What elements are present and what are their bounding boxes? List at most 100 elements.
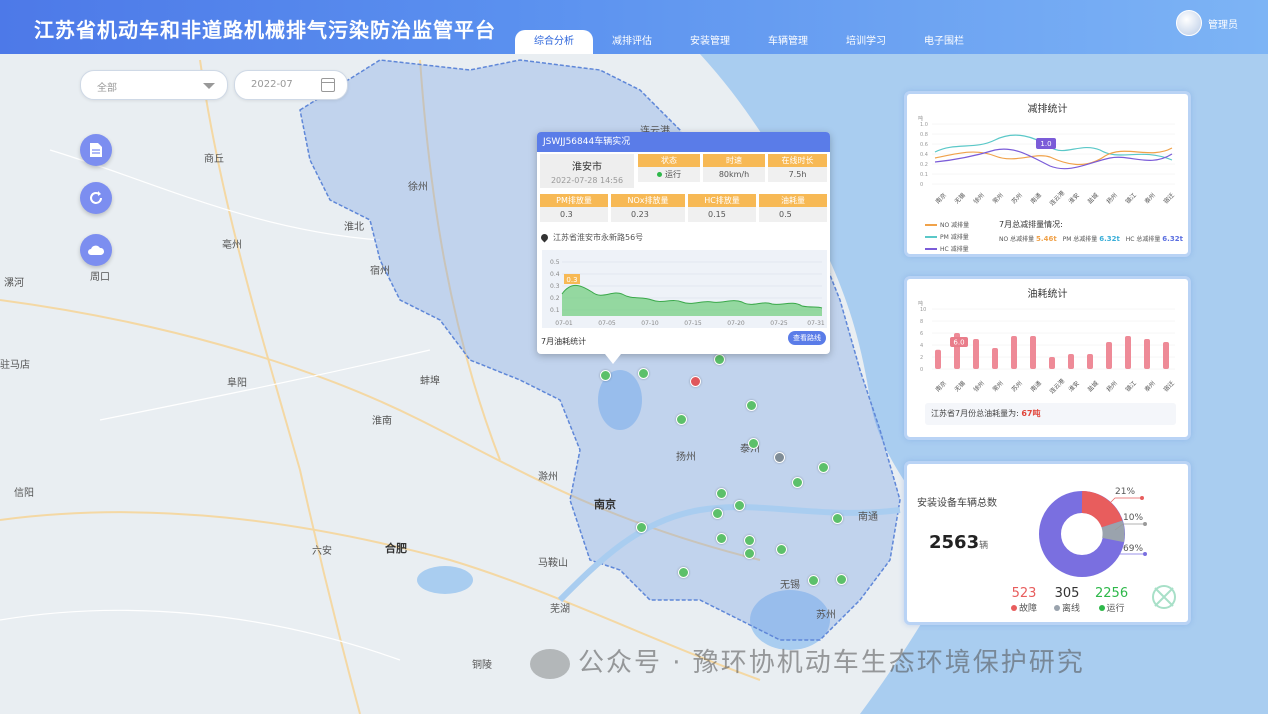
vehicle-marker[interactable]: [744, 548, 755, 559]
avatar[interactable]: [1176, 10, 1202, 36]
legend-item: NO 减排量: [940, 222, 970, 229]
svg-text:0.3: 0.3: [550, 283, 560, 290]
tab-emission-eval[interactable]: 减排评估: [593, 30, 671, 54]
city-label: 苏州: [816, 610, 836, 621]
fuel-x-tick: 连云港: [1048, 377, 1066, 395]
vehicle-marker[interactable]: [636, 522, 647, 533]
summary-value: 6.32t: [1162, 235, 1183, 243]
fuel-cell: 油耗量 0.5: [759, 194, 827, 222]
nav-tabs: 综合分析 减排评估 安装管理 车辆管理 培训学习 电子围栏: [515, 30, 983, 54]
hc-value: 0.15: [688, 207, 756, 222]
emission-x-tick: 镇江: [1124, 191, 1138, 205]
cloud-button[interactable]: [80, 234, 112, 266]
emission-summary-title: 7月总减排量情况:: [999, 220, 1063, 229]
hc-cell: HC排放量 0.15: [688, 194, 756, 222]
svg-text:0: 0: [920, 182, 923, 188]
svg-text:0.4: 0.4: [920, 152, 928, 158]
top-header: 江苏省机动车和非道路机械排气污染防治监管平台 综合分析 减排评估 安装管理 车辆…: [0, 0, 1268, 54]
view-route-button[interactable]: 查看路线: [788, 331, 826, 345]
tab-overview[interactable]: 综合分析: [515, 30, 593, 54]
vehicle-marker[interactable]: [748, 438, 759, 449]
emission-summary: 7月总减排量情况: NO 总减排量 5.46t PM 总减排量 6.32t HC…: [999, 219, 1183, 243]
city-label: 扬州: [676, 452, 696, 463]
refresh-button[interactable]: [80, 182, 112, 214]
speed-value: 80km/h: [703, 167, 765, 182]
fuel-total-label: 江苏省7月份总油耗量为:: [931, 409, 1019, 418]
vehicle-marker[interactable]: [792, 477, 803, 488]
date-picker[interactable]: 2022-07: [234, 70, 348, 100]
vehicle-marker[interactable]: [690, 376, 701, 387]
donut-offline: [1101, 520, 1125, 543]
vehicle-marker[interactable]: [678, 567, 689, 578]
city-label: 徐州: [408, 182, 428, 193]
offline-label: 离线: [1062, 604, 1081, 614]
fuel-total-value: 67吨: [1021, 409, 1041, 418]
vehicle-marker[interactable]: [776, 544, 787, 555]
document-button[interactable]: [80, 134, 112, 166]
document-icon: [90, 143, 102, 157]
popup-chart-highlight: 0.3: [566, 276, 577, 284]
fuel-x-tick: 常州: [991, 379, 1005, 393]
vehicle-marker[interactable]: [832, 513, 843, 524]
user-menu[interactable]: 管理员: [1176, 10, 1238, 36]
vehicle-marker[interactable]: [716, 533, 727, 544]
region-select[interactable]: 全部: [80, 70, 228, 100]
emission-x-tick: 南通: [1029, 191, 1043, 205]
svg-text:6: 6: [920, 331, 923, 337]
chevron-down-icon: [203, 83, 215, 89]
emission-legend: NO 减排量 PM 减排量 HC 减排量: [925, 217, 969, 256]
vehicle-marker[interactable]: [714, 354, 725, 365]
online-label: 在线时长: [768, 154, 827, 167]
decor-logo-icon: [1152, 585, 1176, 609]
fuel-bar: [1011, 336, 1017, 369]
tab-install[interactable]: 安装管理: [671, 30, 749, 54]
city-label: 芜湖: [550, 604, 570, 615]
emission-x-tick: 盐城: [1086, 191, 1100, 205]
vehicle-marker[interactable]: [734, 500, 745, 511]
fuel-x-tick: 苏州: [1010, 379, 1024, 393]
pm-cell: PM排放量 0.3: [540, 194, 608, 222]
pm-label: PM排放量: [540, 194, 608, 207]
vehicle-marker[interactable]: [600, 370, 611, 381]
popup-x-tick: 07-31: [807, 320, 825, 327]
city-label: 漯河: [4, 278, 24, 289]
svg-text:0.6: 0.6: [920, 142, 928, 148]
fuel-value: 0.5: [759, 207, 827, 222]
svg-text:10: 10: [920, 307, 926, 313]
running-value: 2256: [1095, 586, 1129, 601]
fuel-x-tick: 泰州: [1143, 379, 1157, 393]
calendar-icon: [321, 78, 335, 92]
svg-text:吨: 吨: [918, 300, 923, 307]
popup-time: 2022-07-28 14:56: [550, 176, 624, 185]
tab-training[interactable]: 培训学习: [827, 30, 905, 54]
svg-text:1.0: 1.0: [920, 122, 928, 128]
vehicle-marker[interactable]: [774, 452, 785, 463]
tab-vehicles[interactable]: 车辆管理: [749, 30, 827, 54]
vehicle-marker[interactable]: [836, 574, 847, 585]
city-label: 商丘: [204, 154, 224, 165]
svg-text:0.2: 0.2: [550, 295, 560, 302]
emission-chart: 吨1.00.80.60.40.20.10 1.0 南京 无锡 徐州 常州 苏州 …: [918, 115, 1176, 207]
vehicle-marker[interactable]: [676, 414, 687, 425]
status-dot-icon: [657, 172, 662, 177]
vehicle-marker[interactable]: [746, 400, 757, 411]
tab-geofence[interactable]: 电子围栏: [905, 30, 983, 54]
summary-value: 5.46t: [1036, 235, 1057, 243]
username[interactable]: 管理员: [1208, 16, 1238, 31]
pct-fault: 21%: [1115, 487, 1135, 497]
city-label: 驻马店: [0, 360, 30, 371]
city-label: 周口: [90, 272, 110, 283]
city-label: 阜阳: [227, 378, 247, 389]
emission-x-tick: 无锡: [953, 191, 967, 205]
vehicle-marker[interactable]: [712, 508, 723, 519]
city-label: 蚌埠: [420, 376, 440, 387]
vehicle-marker[interactable]: [638, 368, 649, 379]
fuel-x-tick: 南通: [1029, 379, 1043, 393]
vehicle-marker[interactable]: [716, 488, 727, 499]
city-label: 无锡: [780, 580, 800, 591]
summary-label: HC 总减排量: [1125, 236, 1161, 243]
vehicle-marker[interactable]: [818, 462, 829, 473]
vehicle-marker[interactable]: [808, 575, 819, 586]
offline-value: 305: [1054, 586, 1080, 601]
vehicle-marker[interactable]: [744, 535, 755, 546]
